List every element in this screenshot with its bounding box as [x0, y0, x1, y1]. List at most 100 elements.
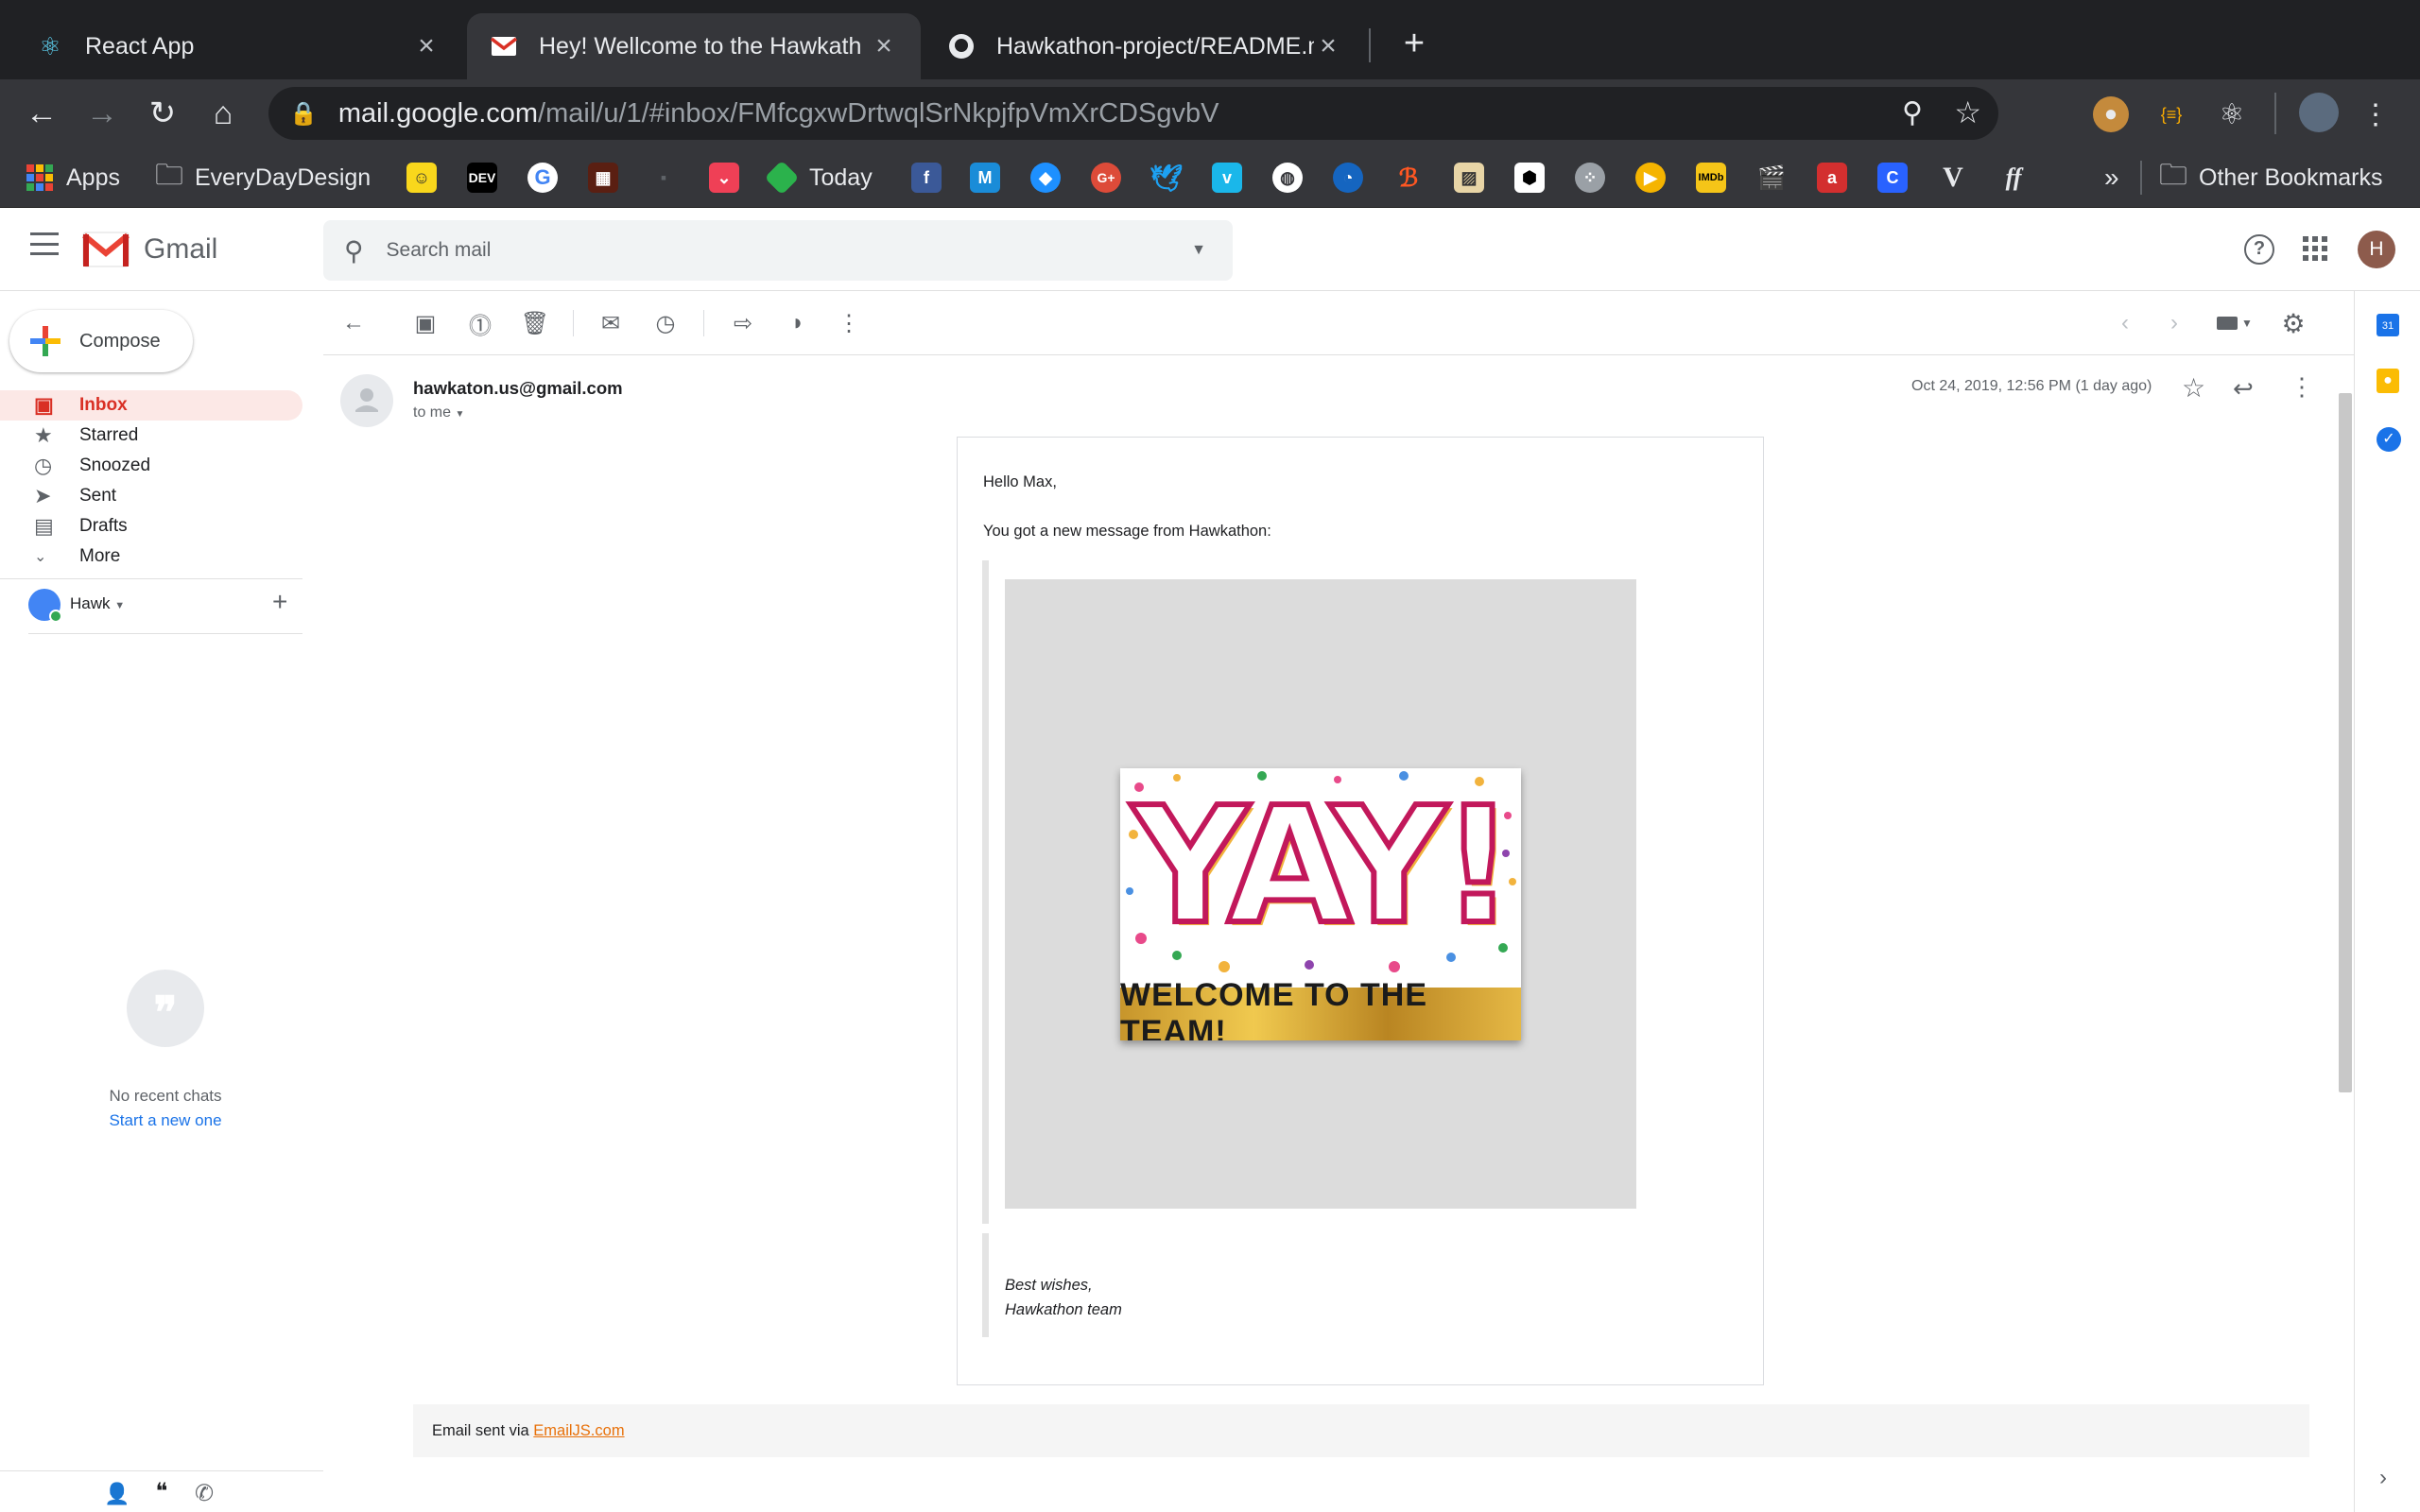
message-more-icon[interactable]: ⋮ — [2290, 372, 2314, 402]
help-icon[interactable]: ? — [2244, 234, 2274, 265]
emailjs-link[interactable]: EmailJS.com — [533, 1422, 624, 1440]
bookmark-20[interactable]: a — [1817, 157, 1847, 198]
emoji-site-icon: ☺ — [406, 163, 437, 193]
nav-starred[interactable]: ★ Starred — [0, 421, 302, 451]
search-input[interactable]: Search mail — [387, 239, 1192, 262]
snooze-icon[interactable]: ◷ — [650, 308, 681, 338]
close-icon[interactable]: × — [412, 30, 441, 62]
bookmark-today[interactable]: Today — [764, 157, 873, 198]
reply-icon[interactable]: ↩ — [2233, 374, 2254, 404]
bookmark-17[interactable]: ▶ — [1635, 157, 1666, 198]
phone-icon[interactable]: ✆ — [195, 1480, 214, 1507]
sender-email[interactable]: hawkaton.us@gmail.com — [413, 378, 623, 399]
archive-icon[interactable]: ▣ — [410, 308, 441, 338]
bookmark-pocket[interactable]: ⌄ — [709, 157, 739, 198]
newer-chevron-icon[interactable]: ‹ — [2110, 308, 2140, 338]
bookmark-apps[interactable]: Apps — [26, 157, 120, 198]
account-avatar[interactable]: H — [2358, 231, 2395, 268]
search-icon[interactable]: ⚲ — [344, 235, 364, 266]
search-bar[interactable]: ⚲ Search mail ▼ — [323, 220, 1233, 281]
bookmark-12[interactable]: ◔ — [1333, 157, 1363, 198]
settings-gear-icon[interactable]: ⚙ — [2278, 308, 2308, 338]
bookmark-13[interactable]: ℬ — [1393, 157, 1424, 198]
start-new-chat-link[interactable]: Start a new one — [0, 1111, 331, 1130]
google-apps-icon[interactable] — [2303, 236, 2327, 261]
nav-sent[interactable]: ➤ Sent — [0, 481, 302, 511]
bookmarks-divider — [2140, 161, 2142, 195]
main-menu-icon[interactable] — [30, 232, 59, 255]
bookmark-globe[interactable]: ◍ — [1272, 157, 1303, 198]
bookmark-5[interactable]: ▪ — [648, 157, 679, 198]
recipient-details[interactable]: to me ▼ — [413, 404, 464, 421]
star-message-icon[interactable]: ☆ — [2182, 372, 2205, 404]
bookmarks-overflow-button[interactable]: » — [2104, 157, 2119, 198]
yay-card-image: YAY! WELCOME TO THE TEAM! — [1120, 768, 1521, 1040]
bookmark-folder-other[interactable]: 🗀 Other Bookmarks — [2159, 157, 2383, 198]
tasks-icon[interactable]: ✓ — [2377, 427, 2401, 452]
bookmark-vimeo[interactable]: v — [1212, 157, 1242, 198]
report-spam-icon[interactable]: ⓵ — [465, 308, 495, 339]
nav-inbox[interactable]: ▣ Inbox — [0, 390, 302, 421]
bookmark-folder-everydaydesign[interactable]: 🗀 EveryDayDesign — [155, 157, 371, 198]
json-extension-icon[interactable]: {≡} — [2153, 96, 2189, 132]
add-chat-icon[interactable]: + — [272, 587, 287, 617]
back-button[interactable]: ← — [21, 93, 62, 134]
expand-panel-chevron-icon[interactable]: › — [2379, 1465, 2387, 1491]
reload-button[interactable]: ↻ — [142, 93, 183, 134]
bookmark-codepen[interactable]: ◆ — [1030, 157, 1061, 198]
bookmark-dev[interactable]: DEV — [467, 157, 497, 198]
bookmark-medium[interactable]: M — [970, 157, 1000, 198]
new-tab-button[interactable]: + — [1393, 23, 1435, 64]
input-tools-icon[interactable]: ▼ — [2208, 308, 2261, 338]
tab-gmail[interactable]: Hey! Wellcome to the Hawkath × — [467, 13, 921, 79]
gmail-logo[interactable]: Gmail — [81, 231, 217, 268]
bookmark-imdb[interactable]: IMDb — [1696, 157, 1726, 198]
bookmark-22[interactable]: V — [1938, 157, 1968, 198]
bookmark-google-plus[interactable]: G+ — [1091, 157, 1121, 198]
hangouts-icon[interactable]: ❝ — [146, 1478, 178, 1510]
mark-unread-icon[interactable]: ✉ — [596, 308, 626, 338]
home-button[interactable]: ⌂ — [202, 93, 244, 134]
nav-more[interactable]: ⌄ More — [0, 541, 302, 572]
hangouts-user[interactable]: Hawk ▼ — [70, 594, 125, 613]
bookmark-21[interactable]: C — [1877, 157, 1908, 198]
zoom-icon[interactable]: ⚲ — [1902, 96, 1923, 129]
bookmark-19[interactable]: 🎬 — [1756, 157, 1787, 198]
profile-avatar[interactable] — [2299, 93, 2339, 132]
cookie-extension-icon[interactable]: ● — [2093, 96, 2129, 132]
bookmark-15[interactable]: ⬢ — [1514, 157, 1545, 198]
bookmark-google[interactable]: G — [527, 157, 558, 198]
bookmark-star-icon[interactable]: ☆ — [1954, 94, 1981, 130]
delete-icon[interactable]: 🗑 — [520, 308, 550, 338]
bookmark-1[interactable]: ☺ — [406, 157, 437, 198]
bookmark-14[interactable]: ▨ — [1454, 157, 1484, 198]
scrollbar[interactable] — [2339, 393, 2352, 1092]
tab-react-app[interactable]: ⚛ React App × — [13, 13, 463, 79]
tab-github-readme[interactable]: Hawkathon-project/README.m × — [925, 13, 1365, 79]
nav-snoozed[interactable]: ◷ Snoozed — [0, 451, 302, 481]
forward-button[interactable]: → — [81, 93, 123, 134]
close-icon[interactable]: × — [1314, 30, 1342, 62]
back-to-inbox-icon[interactable]: ← — [338, 308, 369, 338]
kebab-menu-icon[interactable]: ⋮ — [2358, 96, 2394, 132]
bookmark-4[interactable]: ▦ — [588, 157, 618, 198]
move-to-icon[interactable]: ⇨ — [728, 308, 758, 338]
bookmark-twitter[interactable]: 🕊 — [1150, 157, 1184, 198]
sender-avatar[interactable] — [340, 374, 393, 427]
user-avatar[interactable] — [28, 589, 62, 623]
bookmark-facebook[interactable]: f — [911, 157, 942, 198]
more-actions-icon[interactable]: ⋮ — [834, 308, 864, 338]
close-icon[interactable]: × — [870, 30, 898, 62]
nav-drafts[interactable]: ▤ Drafts — [0, 511, 302, 541]
older-chevron-icon[interactable]: › — [2159, 308, 2189, 338]
keep-icon[interactable]: ● — [2377, 369, 2399, 393]
contacts-icon[interactable]: 👤 — [104, 1482, 130, 1506]
address-bar[interactable]: 🔒 mail.google.com/mail/u/1/#inbox/FMfcgx… — [268, 87, 1998, 140]
label-icon[interactable]: ◗ — [783, 308, 813, 338]
bookmark-16[interactable]: ⁘ — [1575, 157, 1605, 198]
search-options-icon[interactable]: ▼ — [1191, 242, 1206, 259]
react-devtools-icon[interactable]: ⚛ — [2214, 96, 2250, 132]
calendar-icon[interactable]: 31 — [2377, 314, 2399, 336]
compose-button[interactable]: Compose — [9, 310, 193, 372]
bookmark-23[interactable]: ff — [1998, 157, 2029, 198]
